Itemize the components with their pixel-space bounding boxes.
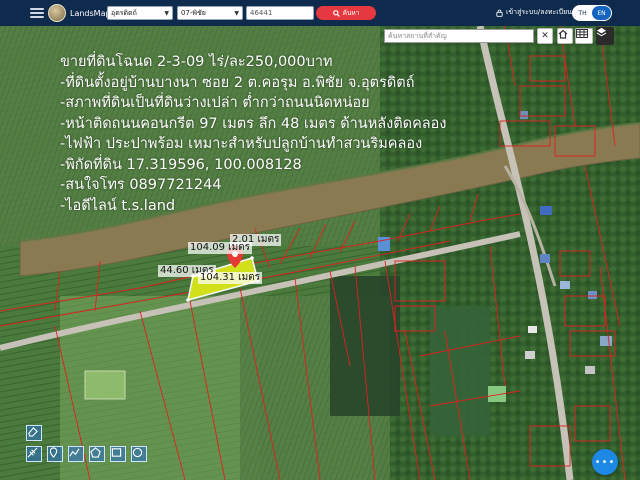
eraser-icon [28, 427, 38, 437]
lock-icon [496, 9, 503, 17]
close-icon: ✕ [541, 31, 549, 41]
layers-icon [596, 27, 607, 37]
lang-en-option[interactable]: EN [592, 6, 611, 20]
chevron-down-icon: ▼ [164, 9, 169, 17]
district-select-value: 07-พิชัย [181, 8, 206, 17]
language-toggle[interactable]: TH EN [572, 5, 612, 21]
layers-button[interactable] [596, 27, 614, 45]
listing-description: ขายที่ดินโฉนด 2-3-09 ไร่/ละ250,000บาท -ท… [60, 52, 446, 216]
landsmaps-logo [48, 4, 66, 22]
clear-search-button[interactable]: ✕ [537, 28, 553, 44]
place-search-placeholder: ค้นหาสถานที่สำคัญ [388, 31, 447, 40]
listing-line: -หน้าติดถนนคอนกรีต 97 เมตร ลึก 48 เมตร ด… [60, 115, 447, 132]
measure-tool[interactable] [26, 446, 42, 462]
top-edge-length: 104.09 เมตร [188, 242, 253, 254]
parcel-number-input[interactable]: 46441 [246, 6, 314, 20]
listing-line: -สภาพที่ดินเป็นที่ดินว่างเปล่า ต่ำกว่าถน… [60, 95, 370, 111]
menu-icon[interactable] [30, 8, 44, 18]
table-icon [576, 29, 588, 38]
grid-view-button[interactable] [575, 28, 593, 44]
circle-tool[interactable] [131, 446, 147, 462]
pin-tool[interactable] [47, 446, 63, 462]
ruler-icon [27, 447, 38, 458]
listing-line: -ไฟฟ้า ประปาพร้อม เหมาะสำหรับปลูกบ้านทำส… [60, 136, 423, 152]
province-select-value: อุตรดิตถ์ [111, 8, 137, 17]
search-button-label: ค้นหา [342, 9, 360, 17]
top-bar: LandsMaps อุตรดิตถ์ ▼ 07-พิชัย ▼ 46441 ค… [0, 0, 640, 26]
home-button[interactable] [557, 28, 573, 44]
login-link-label: เข้าสู่ระบบ/ลงทะเบียน [506, 8, 572, 16]
map-canvas[interactable]: ขายที่ดินโฉนด 2-3-09 ไร่/ละ250,000บาท -ท… [0, 26, 640, 480]
brand-name: LandsMaps [70, 8, 115, 18]
bottom-edge-length: 104.31 เมตร [198, 272, 263, 284]
polygon-icon [90, 447, 101, 458]
listing-line: -ที่ดินตั้งอยู่บ้านบางนา ซอย 2 ต.คอรุม อ… [60, 74, 415, 91]
listing-line: ขายที่ดินโฉนด 2-3-09 ไร่/ละ250,000บาท [60, 54, 333, 70]
chevron-down-icon: ▼ [234, 9, 239, 17]
more-options-button[interactable]: ••• [592, 449, 618, 475]
listing-line: -พิกัดที่ดิน 17.319596, 100.008128 [60, 156, 302, 173]
login-link[interactable]: เข้าสู่ระบบ/ลงทะเบียน [496, 7, 572, 18]
polygon-tool[interactable] [89, 446, 105, 462]
eraser-tool[interactable] [26, 425, 42, 441]
home-icon [558, 29, 568, 39]
circle-icon [132, 447, 143, 458]
search-icon [332, 9, 340, 17]
province-select[interactable]: อุตรดิตถ์ ▼ [107, 6, 173, 20]
lang-th-option[interactable]: TH [573, 6, 592, 20]
polyline-icon [69, 448, 80, 457]
listing-line: -สนใจโทร 0897721244 [60, 177, 222, 193]
rectangle-icon [111, 448, 122, 457]
parcel-number-value: 46441 [250, 9, 273, 17]
pin-icon [49, 447, 58, 458]
place-search-input[interactable]: ค้นหาสถานที่สำคัญ [384, 29, 534, 43]
polyline-tool[interactable] [68, 446, 84, 462]
more-icon: ••• [594, 456, 616, 468]
rectangle-tool[interactable] [110, 446, 126, 462]
district-select[interactable]: 07-พิชัย ▼ [177, 6, 243, 20]
search-button[interactable]: ค้นหา [316, 6, 376, 20]
listing-line: -ไอดีไลน์ t.s.land [60, 197, 176, 214]
